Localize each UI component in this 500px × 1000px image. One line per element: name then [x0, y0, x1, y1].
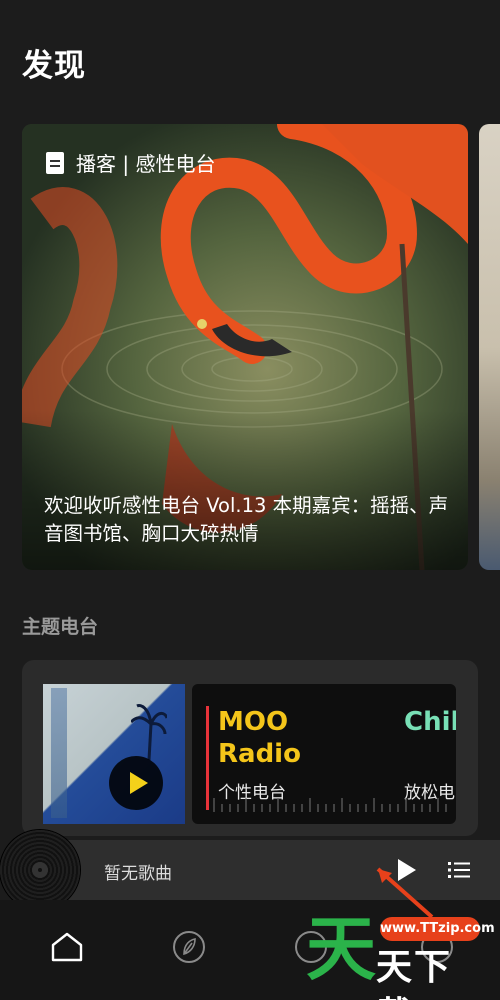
watermark-logo-small: 天下载	[376, 947, 453, 1000]
section-title-theme-radio: 主题电台	[22, 616, 99, 638]
next-hero-card-peek[interactable]	[479, 124, 500, 570]
watermark-logo-big: 天	[306, 908, 376, 990]
play-button[interactable]	[109, 756, 163, 810]
hero-description: 欢迎收听感性电台 Vol.13 本期嘉宾：摇摇、声音图书馆、胸口大碎热情	[44, 494, 449, 545]
hero-tag-label: 播客 | 感性电台	[76, 152, 216, 176]
play-icon	[129, 772, 148, 794]
vinyl-disc-icon[interactable]	[0, 830, 80, 910]
leaf-icon[interactable]	[172, 930, 206, 964]
now-playing-text: 暂无歌曲	[104, 864, 172, 884]
watermark-url-badge: www.TTzip.com	[380, 917, 495, 941]
ruler-decoration	[213, 798, 447, 812]
radio-card-moo[interactable]: MOO Radio 个性电台 Chill Radio 放松电台	[192, 684, 456, 824]
album-cover[interactable]	[43, 684, 185, 824]
page-title: 发现	[22, 48, 86, 84]
radio-card-title-chill: Chill Radio	[404, 707, 456, 737]
radio-card-title: MOO Radio	[218, 707, 301, 769]
document-icon	[46, 151, 64, 174]
home-icon[interactable]	[50, 930, 84, 964]
hero-tag: 播客 | 感性电台	[46, 148, 215, 177]
palm-tree-image	[131, 704, 167, 760]
theme-radio-panel: MOO Radio 个性电台 Chill Radio 放松电台	[22, 660, 478, 836]
hero-podcast-card[interactable]: 播客 | 感性电台 欢迎收听感性电台 Vol.13 本期嘉宾：摇摇、声音图书馆、…	[22, 124, 468, 570]
playlist-icon[interactable]	[448, 860, 470, 880]
